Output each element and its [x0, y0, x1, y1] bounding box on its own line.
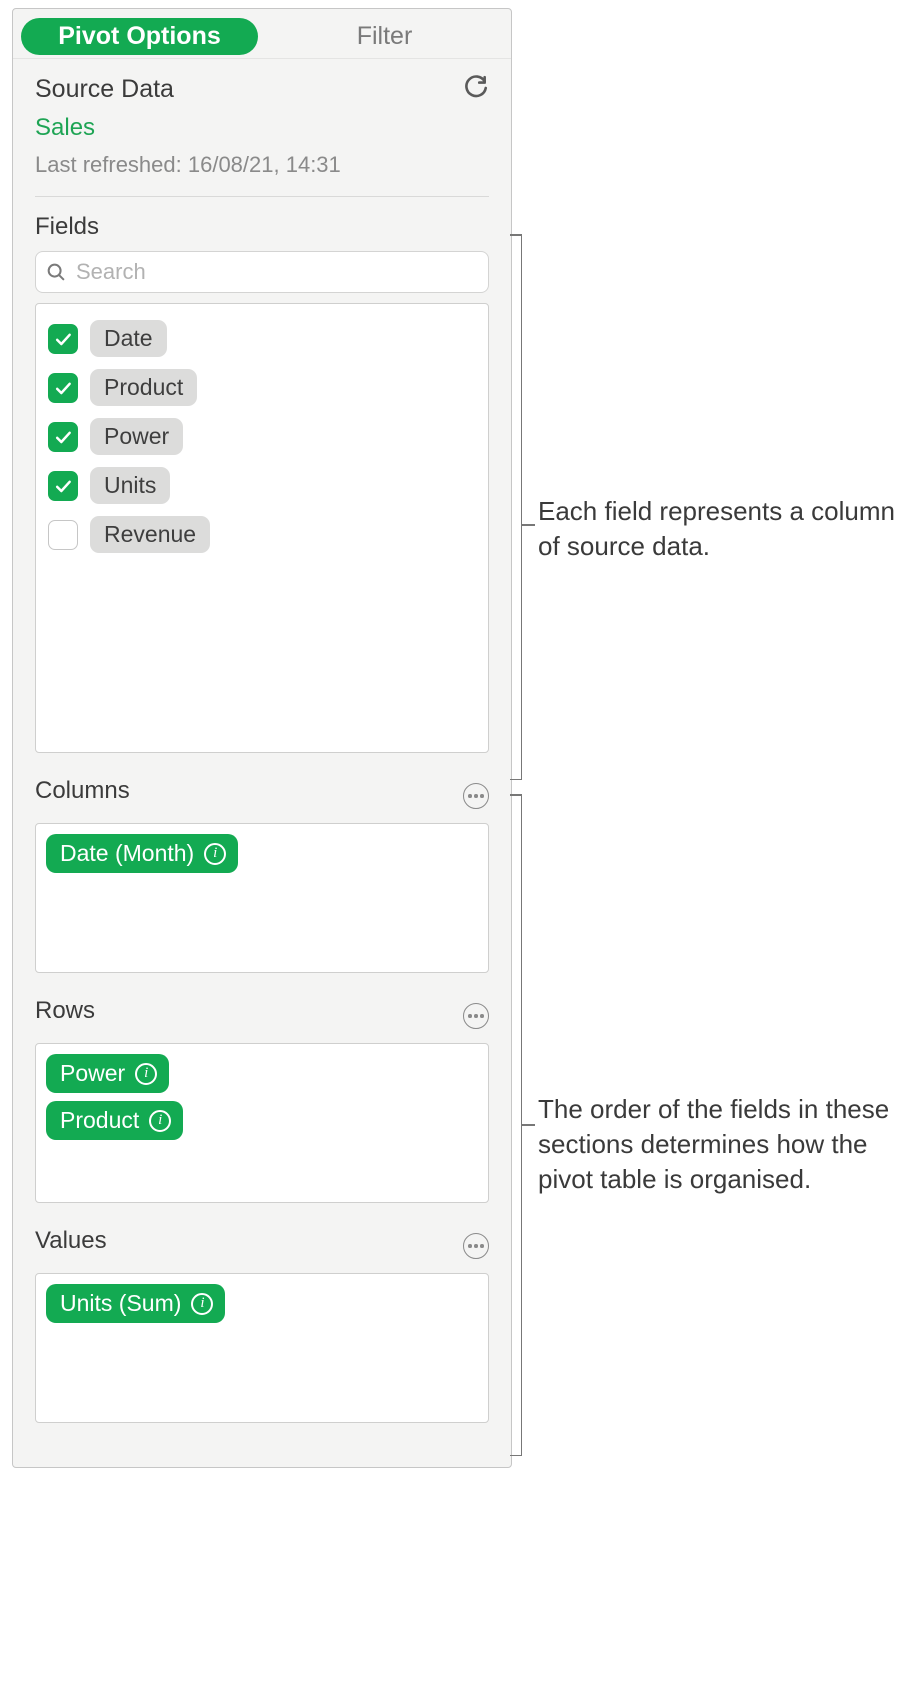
pivot-panel: Pivot Options Filter Source Data Sales L… — [12, 8, 512, 1468]
field-checkbox[interactable] — [48, 471, 78, 501]
callout-sections: The order of the fields in these section… — [538, 1092, 920, 1197]
field-row: Units — [46, 461, 478, 510]
field-checkbox[interactable] — [48, 373, 78, 403]
field-pill[interactable]: Date — [90, 320, 167, 357]
tag-label: Power — [60, 1060, 125, 1087]
field-row: Date — [46, 314, 478, 363]
field-checkbox[interactable] — [48, 422, 78, 452]
columns-label: Columns — [35, 777, 130, 805]
value-tag[interactable]: Units (Sum) i — [46, 1284, 225, 1323]
field-row: Revenue — [46, 510, 478, 559]
values-more-icon[interactable] — [463, 1233, 489, 1259]
field-pill[interactable]: Revenue — [90, 516, 210, 553]
column-tag[interactable]: Date (Month) i — [46, 834, 238, 873]
info-icon[interactable]: i — [191, 1293, 213, 1315]
values-label: Values — [35, 1227, 107, 1255]
search-icon — [45, 261, 67, 283]
search-wrap — [35, 251, 489, 293]
columns-drop-area[interactable]: Date (Month) i — [35, 823, 489, 973]
tab-pivot-options[interactable]: Pivot Options — [21, 18, 258, 55]
tab-bar: Pivot Options Filter — [13, 9, 511, 59]
callout-fields: Each field represents a column of source… — [538, 494, 914, 564]
values-drop-area[interactable]: Units (Sum) i — [35, 1273, 489, 1423]
field-list[interactable]: Date Product Power Units Revenue — [35, 303, 489, 753]
rows-more-icon[interactable] — [463, 1003, 489, 1029]
callout-bracket-fields — [514, 234, 522, 780]
source-data-section: Source Data Sales Last refreshed: 16/08/… — [13, 59, 511, 178]
tag-label: Product — [60, 1107, 139, 1134]
row-tag[interactable]: Product i — [46, 1101, 183, 1140]
rows-drop-area[interactable]: PoweriProducti — [35, 1043, 489, 1203]
fields-label: Fields — [35, 213, 489, 241]
info-icon[interactable]: i — [204, 843, 226, 865]
info-icon[interactable]: i — [135, 1063, 157, 1085]
last-refreshed: Last refreshed: 16/08/21, 14:31 — [35, 152, 489, 178]
values-section: Values Units (Sum) i — [13, 1227, 511, 1423]
field-pill[interactable]: Product — [90, 369, 197, 406]
info-icon[interactable]: i — [149, 1110, 171, 1132]
columns-more-icon[interactable] — [463, 783, 489, 809]
source-name: Sales — [35, 114, 489, 142]
tag-label: Units (Sum) — [60, 1290, 181, 1317]
field-checkbox[interactable] — [48, 324, 78, 354]
tab-filter[interactable]: Filter — [266, 18, 503, 55]
field-row: Product — [46, 363, 478, 412]
tag-label: Date (Month) — [60, 840, 194, 867]
callout-bracket-sections — [514, 794, 522, 1456]
rows-label: Rows — [35, 997, 95, 1025]
field-pill[interactable]: Power — [90, 418, 183, 455]
field-row: Power — [46, 412, 478, 461]
field-pill[interactable]: Units — [90, 467, 170, 504]
source-data-label: Source Data — [35, 75, 174, 104]
row-tag[interactable]: Poweri — [46, 1054, 169, 1093]
field-checkbox[interactable] — [48, 520, 78, 550]
rows-section: Rows PoweriProducti — [13, 997, 511, 1203]
fields-search-input[interactable] — [35, 251, 489, 293]
columns-section: Columns Date (Month) i — [13, 777, 511, 973]
fields-section: Fields Date Product Power Units Revenue — [13, 197, 511, 753]
refresh-icon[interactable] — [463, 75, 489, 108]
